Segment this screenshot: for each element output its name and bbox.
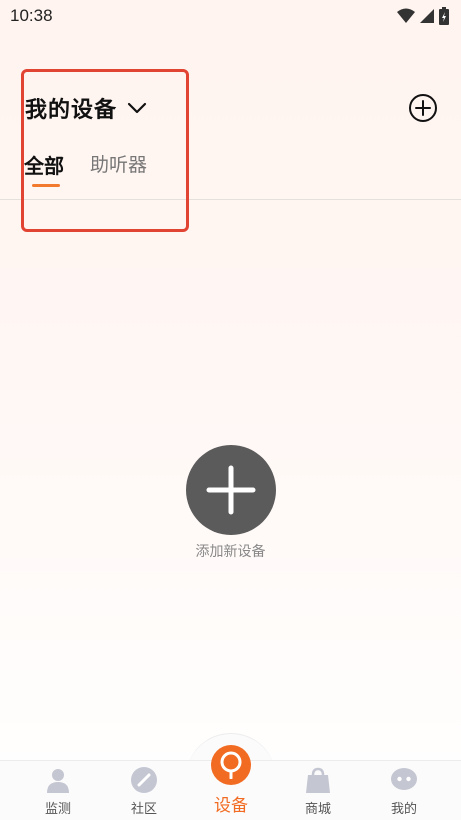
nav-item-monitor[interactable]: 监测 [18,761,98,820]
nav-label-me: 我的 [390,802,417,817]
header-divider [0,199,461,200]
status-icons [397,7,449,25]
status-time: 10:38 [10,6,53,25]
slash-circle-icon [131,767,157,793]
empty-state: 添加新设备 [0,445,461,561]
device-title-dropdown[interactable]: 我的设备 [25,92,147,124]
tab-hearing-aid-label: 助听器 [90,154,148,176]
add-device-button[interactable] [407,92,439,124]
nav-item-me[interactable]: 我的 [364,761,444,820]
page-title: 我的设备 [25,98,118,123]
chevron-down-icon [127,101,147,115]
device-tabs: 全部 助听器 [24,150,147,187]
nav-label-mall: 商城 [304,802,331,817]
nav-label-community: 社区 [130,802,157,817]
plus-icon [206,465,255,515]
nav-item-device[interactable]: 设备 [191,745,271,820]
person-icon [47,769,69,793]
header: 我的设备 全部 助听器 [0,70,461,200]
tab-active-indicator [32,184,60,187]
nav-item-community[interactable]: 社区 [104,761,184,820]
chat-bubble-icon [391,768,417,790]
nav-item-mall[interactable]: 商城 [278,761,358,820]
shopping-bag-icon [306,767,330,793]
tab-all[interactable]: 全部 [24,150,64,187]
tab-all-label: 全部 [24,154,64,178]
wifi-icon [397,8,415,23]
tab-hearing-aid[interactable]: 助听器 [90,150,147,177]
plus-circle-icon [409,94,437,122]
nav-label-monitor: 监测 [44,802,71,817]
cell-signal-icon [420,9,434,23]
battery-icon [439,7,449,25]
add-new-device-label: 添加新设备 [195,544,266,560]
device-pin-icon [211,745,251,785]
add-new-device-button[interactable] [185,445,276,535]
status-bar: 10:38 [0,0,461,32]
nav-label-device: 设备 [214,796,248,816]
